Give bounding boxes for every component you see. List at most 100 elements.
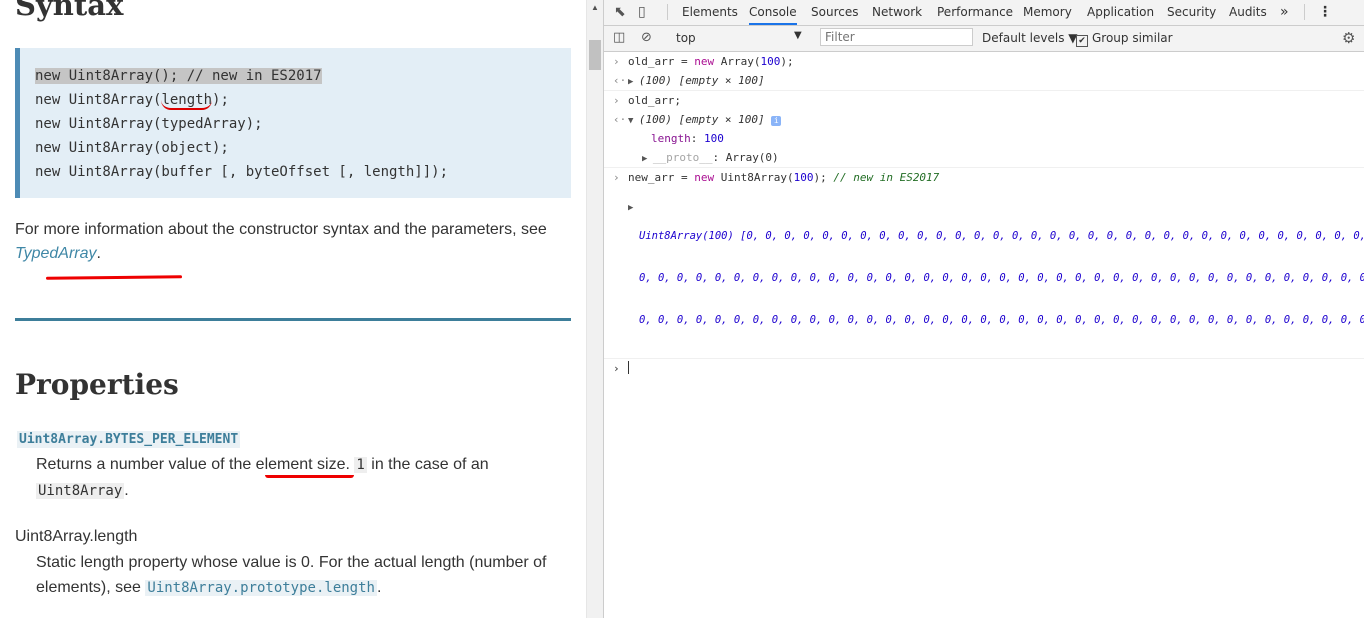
inspect-element-icon[interactable]: ⬉ (614, 4, 626, 20)
l8-text: Uint8Array(100) [0, 0, 0, 0, 0, 0, 0, 0,… (639, 230, 1364, 242)
red-underline-annotation-2 (265, 475, 354, 478)
l7-comment: // new in ES2017 (833, 171, 940, 184)
typedarray-link[interactable]: TypedArray (15, 245, 97, 262)
collapse-triangle-icon[interactable]: ▼ (628, 116, 639, 126)
array-proto-prop[interactable]: ▶ __proto__: Array(0) (604, 148, 1364, 168)
array-length-prop: length: 100 (651, 132, 724, 145)
tab-console[interactable]: Console (749, 0, 797, 25)
gear-icon[interactable]: ⚙ (1342, 29, 1355, 47)
prop1-desc-a: Returns a number value of the element si… (36, 456, 355, 473)
devtools-panel: ⬉ ▯ Elements Console Sources Network Per… (604, 0, 1364, 618)
red-underline-annotation (45, 275, 183, 280)
uint8-line-1: Uint8Array(100) [0, 0, 0, 0, 0, 0, 0, 0,… (639, 229, 1364, 243)
l6-key: __proto__ (652, 151, 713, 164)
para-end: . (96, 245, 101, 262)
expand-triangle-icon[interactable]: ▶ (642, 154, 653, 164)
properties-heading: Properties (15, 368, 179, 401)
code-line-5: new Uint8Array(buffer [, byteOffset [, l… (35, 164, 449, 180)
devtools-menu-icon[interactable]: ⋮ (1318, 0, 1332, 25)
sidebar-toggle-icon[interactable]: ◫ (613, 30, 625, 45)
l3-text: old_arr; (628, 94, 681, 107)
tab-sources[interactable]: Sources (811, 0, 858, 25)
l7-op: = (674, 171, 695, 184)
prop1-desc-b: in the case of an (366, 456, 489, 473)
tab-application[interactable]: Application (1087, 0, 1154, 25)
console-result-uint8[interactable]: ▶ Uint8Array(100) [0, 0, 0, 0, 0, 0, 0, … (604, 187, 1364, 359)
l1-num: 100 (760, 55, 781, 68)
tab-audits[interactable]: Audits (1229, 0, 1267, 25)
l1-op: = (674, 55, 695, 68)
l7-var: new_arr (628, 171, 675, 184)
l5-val: 100 (704, 132, 724, 145)
console-input-line: › old_arr; (604, 91, 1364, 110)
para-text: For more information about the construct… (15, 221, 547, 238)
scroll-thumb[interactable] (589, 40, 601, 70)
result-arrow-icon: ‹· (613, 113, 627, 126)
length-property-desc: Static length property whose value is 0.… (36, 550, 566, 601)
bytes-per-element-link[interactable]: Uint8Array.BYTES_PER_ELEMENT (17, 431, 241, 448)
group-similar-toggle[interactable]: ✔ Group similar (1076, 31, 1173, 47)
console-prompt[interactable]: › (604, 359, 1364, 378)
l7-kw: new (694, 171, 715, 184)
code-line-1: new Uint8Array(); // new in ES2017 (35, 64, 571, 88)
expand-triangle-icon[interactable]: ▶ (628, 77, 639, 87)
tabbar-separator-2 (1304, 4, 1305, 20)
code-line-2-a: new Uint8Array( (35, 92, 162, 108)
context-selector[interactable]: top (676, 31, 696, 45)
uint8-line-2: 0, 0, 0, 0, 0, 0, 0, 0, 0, 0, 0, 0, 0, 0… (639, 271, 1364, 285)
result-arrow-icon: ‹· (613, 74, 627, 87)
input-prompt-icon: › (613, 171, 620, 184)
log-levels-dropdown[interactable]: Default levels ▼ (982, 31, 1078, 45)
bytes-per-element-desc: Returns a number value of the element si… (36, 452, 556, 504)
section-divider (15, 318, 571, 321)
code-line-3: new Uint8Array(typedArray); (35, 116, 263, 132)
scroll-up-icon[interactable]: ▲ (591, 3, 599, 12)
more-tabs-icon[interactable]: » (1280, 0, 1289, 25)
l4-text: (100) [empty × 100] (638, 113, 765, 126)
console-output: › old_arr = new Array(100); ‹· ▶ (100) [em… (604, 52, 1364, 378)
syntax-info-paragraph: For more information about the construct… (15, 218, 565, 266)
tab-network[interactable]: Network (872, 0, 922, 25)
l2-text: (100) [empty × 100] (638, 74, 765, 87)
tab-performance[interactable]: Performance (937, 0, 1013, 25)
text-caret (628, 361, 629, 374)
l1-var: old_arr (628, 55, 675, 68)
clear-console-icon[interactable]: ⊘ (641, 30, 652, 45)
group-similar-label: Group similar (1092, 31, 1173, 45)
code-line-4: new Uint8Array(object); (35, 140, 229, 156)
checkbox-checked-icon[interactable]: ✔ (1076, 35, 1088, 47)
code-line-1-text: new Uint8Array(); // new in ES2017 (35, 68, 322, 84)
l1-kw: new (694, 55, 715, 68)
prototype-length-link[interactable]: Uint8Array.prototype.length (145, 580, 377, 596)
prop2-desc-b: . (376, 579, 382, 596)
syntax-heading: Syntax (15, 0, 124, 22)
uint8-line-3: 0, 0, 0, 0, 0, 0, 0, 0, 0, 0, 0, 0, 0, 0… (639, 313, 1364, 327)
l1-end: ); (780, 55, 794, 68)
prop1-code-1: 1 (354, 457, 367, 473)
tab-elements[interactable]: Elements (682, 0, 738, 25)
mdn-doc-pane: Syntax new Uint8Array(); // new in ES201… (0, 0, 586, 618)
prompt-icon: › (613, 362, 620, 375)
syntax-code-block: new Uint8Array(); // new in ES2017 new U… (15, 48, 571, 198)
expand-triangle-icon[interactable]: ▶ (628, 201, 633, 215)
l7-end: ); (813, 171, 834, 184)
page-scrollbar[interactable]: ▲ (586, 0, 604, 618)
context-dropdown-icon[interactable]: ▼ (794, 30, 802, 41)
l10-text: 0, 0, 0, 0, 0, 0, 0, 0, 0, 0, 0, 0, 0, 0… (639, 314, 1364, 326)
tab-security[interactable]: Security (1167, 0, 1216, 25)
tabbar-separator (667, 4, 668, 20)
filter-input[interactable] (820, 28, 973, 46)
info-icon[interactable]: i (771, 116, 782, 126)
console-result-line[interactable]: ‹· ▼ (100) [empty × 100] i (604, 110, 1364, 129)
console-input-line: › new_arr = new Uint8Array(100); // new i… (604, 168, 1364, 187)
l6-val: : Array(0) (712, 151, 779, 164)
device-toolbar-icon[interactable]: ▯ (638, 4, 646, 20)
l1-fn: Array( (714, 55, 761, 68)
tab-memory[interactable]: Memory (1023, 0, 1072, 25)
prop1-code-2: Uint8Array (36, 483, 125, 499)
l7-num: 100 (793, 171, 814, 184)
console-result-line[interactable]: ‹· ▶ (100) [empty × 100] (604, 71, 1364, 91)
console-input-line: › old_arr = new Array(100); (604, 52, 1364, 71)
code-line-2-b: ); (212, 92, 229, 108)
l9-text: 0, 0, 0, 0, 0, 0, 0, 0, 0, 0, 0, 0, 0, 0… (639, 272, 1364, 284)
